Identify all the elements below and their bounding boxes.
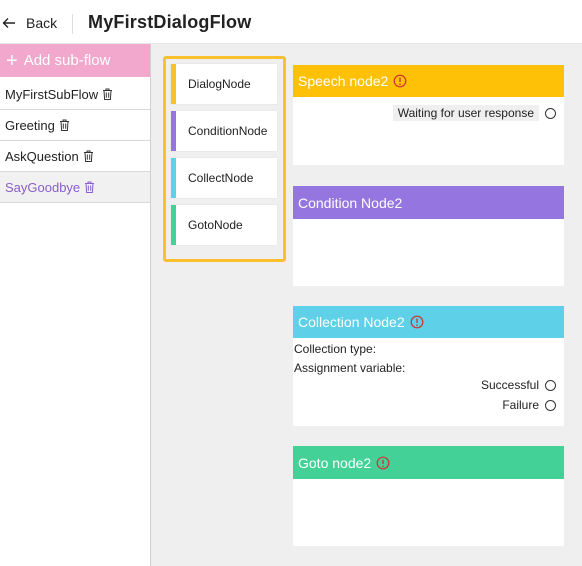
- add-subflow-button[interactable]: + Add sub-flow: [0, 44, 150, 77]
- palette-item-label: ConditionNode: [188, 124, 268, 138]
- app-header: Back MyFirstDialogFlow: [0, 0, 582, 44]
- waiting-label: Waiting for user response: [392, 105, 539, 121]
- palette-item-label: GotoNode: [188, 218, 243, 232]
- palette-item-label: DialogNode: [188, 77, 251, 91]
- trash-icon[interactable]: [102, 88, 113, 100]
- palette-item-conditionnode[interactable]: ConditionNode: [171, 111, 277, 151]
- palette-item-dialognode[interactable]: DialogNode: [171, 64, 277, 104]
- palette-item-gotonode[interactable]: GotoNode: [171, 205, 277, 245]
- subflow-item-saygoodbye[interactable]: SayGoodbye: [0, 172, 150, 203]
- warning-circle-icon: [393, 74, 407, 88]
- trash-icon[interactable]: [59, 119, 70, 131]
- subflow-sidebar: + Add sub-flow MyFirstSubFlow Greeting A…: [0, 44, 151, 566]
- output-port[interactable]: [545, 107, 556, 119]
- assignment-variable-label: Assignment variable:: [294, 361, 406, 375]
- node-title: Condition Node2: [298, 194, 403, 211]
- failure-label: Failure: [502, 398, 539, 412]
- palette-color-bar: [171, 158, 176, 198]
- node-title: Goto node2: [298, 454, 372, 471]
- subflow-item-label: SayGoodbye: [5, 179, 81, 195]
- palette-color-bar: [171, 64, 176, 104]
- back-button[interactable]: Back: [0, 9, 57, 37]
- node-title: Speech node2: [298, 73, 389, 89]
- speech-node-header[interactable]: Speech node2: [293, 65, 564, 97]
- header-divider: [72, 14, 73, 34]
- collection-node-body: Collection type: Assignment variable: Su…: [293, 338, 564, 426]
- subflow-item-label: AskQuestion: [5, 148, 79, 164]
- goto-node[interactable]: Goto node2: [293, 446, 564, 546]
- subflow-item-myfirstsubflow[interactable]: MyFirstSubFlow: [0, 79, 150, 110]
- node-title: Collection Node2: [298, 314, 405, 330]
- collection-node[interactable]: Collection Node2 Collection type: Assign…: [293, 306, 564, 426]
- subflow-item-greeting[interactable]: Greeting: [0, 110, 150, 141]
- warning-circle-icon: [410, 315, 424, 329]
- speech-node[interactable]: Speech node2 Waiting for user response: [293, 65, 564, 165]
- speech-node-body: Waiting for user response: [293, 97, 564, 165]
- subflow-list: MyFirstSubFlow Greeting AskQuestion SayG…: [0, 79, 150, 203]
- page-title: MyFirstDialogFlow: [88, 12, 252, 32]
- goto-node-body: [293, 479, 564, 546]
- waiting-outlet: Waiting for user response: [392, 105, 556, 121]
- arrow-left-icon: [2, 18, 15, 28]
- plus-icon: +: [6, 49, 18, 72]
- output-port[interactable]: [545, 399, 556, 411]
- condition-node-header[interactable]: Condition Node2: [293, 186, 564, 219]
- successful-label: Successful: [480, 378, 539, 392]
- output-port[interactable]: [545, 379, 556, 391]
- back-label: Back: [26, 15, 58, 31]
- collection-type-label: Collection type:: [294, 342, 377, 356]
- subflow-item-askquestion[interactable]: AskQuestion: [0, 141, 150, 172]
- palette-item-label: CollectNode: [188, 171, 254, 185]
- subflow-item-label: Greeting: [5, 117, 55, 133]
- warning-circle-icon: [376, 456, 390, 469]
- trash-icon[interactable]: [83, 150, 94, 162]
- subflow-item-label: MyFirstSubFlow: [5, 86, 99, 102]
- condition-node[interactable]: Condition Node2: [293, 186, 564, 286]
- collection-node-header[interactable]: Collection Node2: [293, 306, 564, 338]
- palette-color-bar: [171, 111, 176, 151]
- goto-node-header[interactable]: Goto node2: [293, 446, 564, 479]
- trash-icon[interactable]: [84, 181, 95, 193]
- failure-outlet: Failure: [502, 398, 556, 412]
- node-palette: DialogNode ConditionNode CollectNode Got…: [163, 56, 286, 262]
- flow-canvas[interactable]: DialogNode ConditionNode CollectNode Got…: [151, 44, 582, 566]
- add-subflow-label: Add sub-flow: [23, 52, 111, 69]
- successful-outlet: Successful: [481, 378, 556, 392]
- palette-color-bar: [171, 205, 176, 245]
- condition-node-body: [293, 219, 564, 286]
- palette-item-collectnode[interactable]: CollectNode: [171, 158, 277, 198]
